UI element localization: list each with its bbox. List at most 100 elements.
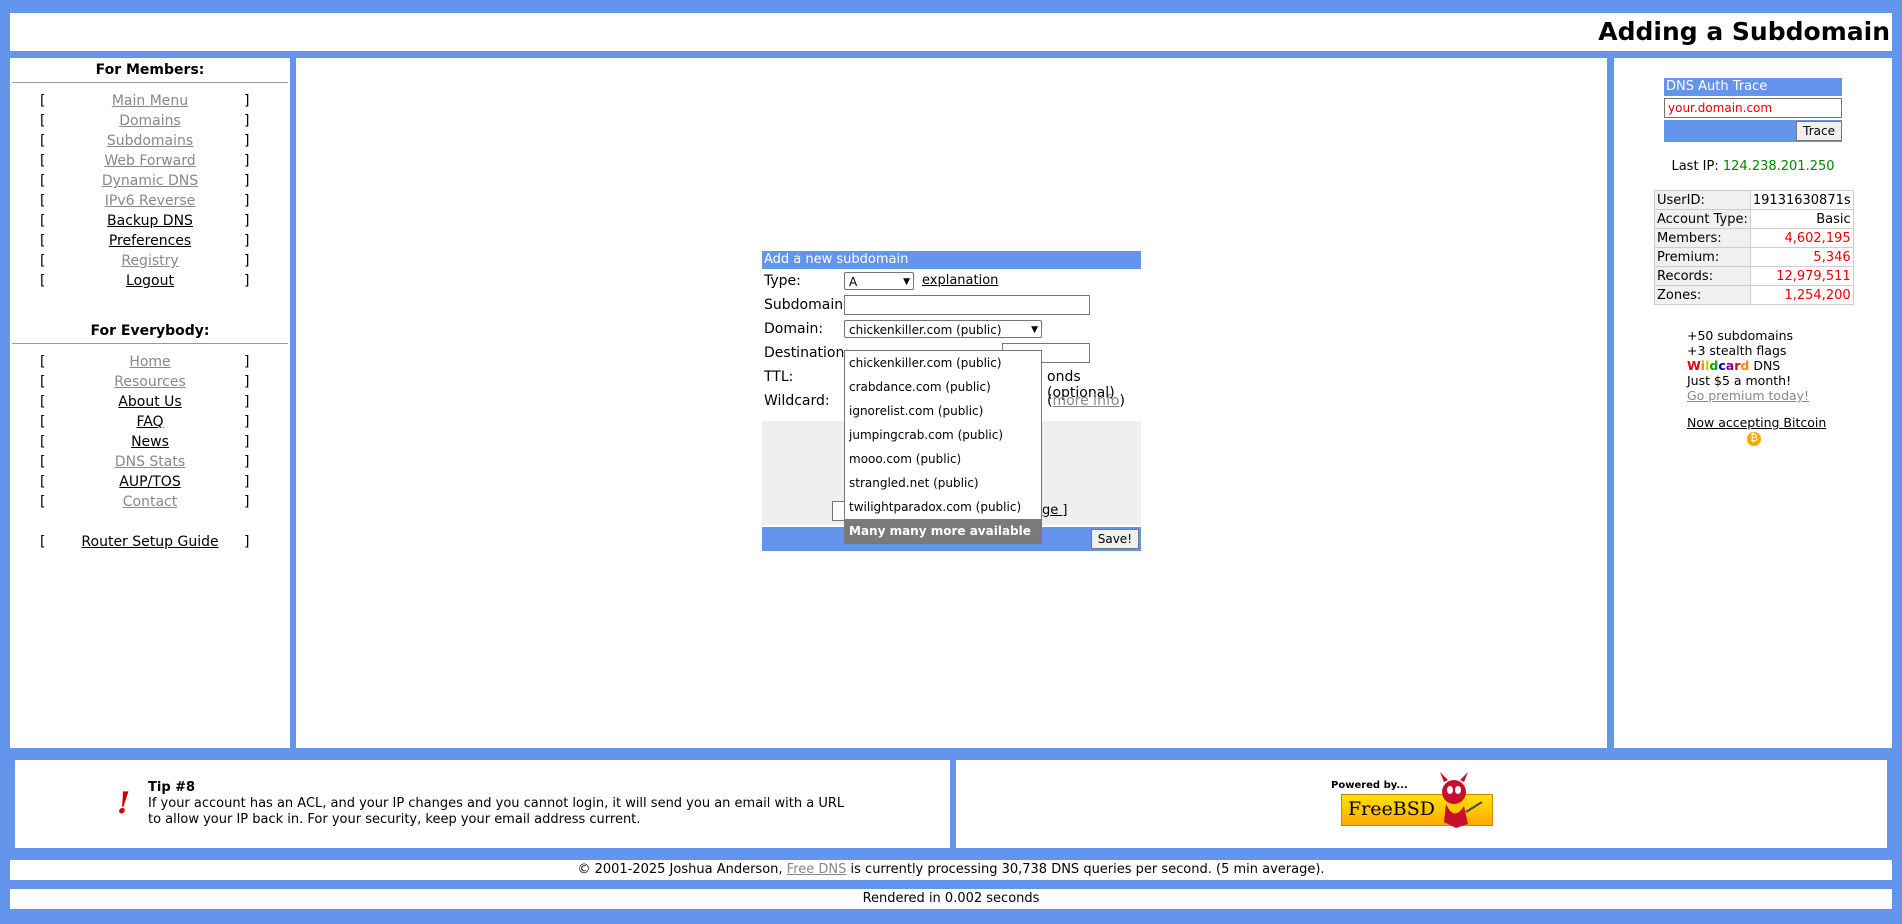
- sidebar-item-backup-dns[interactable]: Backup DNS: [107, 213, 193, 229]
- powered-by-text: Powered by...: [1331, 780, 1408, 791]
- explanation-link[interactable]: explanation: [922, 273, 998, 288]
- sidebar-item-aup-tos[interactable]: AUP/TOS: [119, 474, 180, 490]
- bracket: ]: [244, 173, 250, 189]
- domain-select-value: chickenkiller.com (public): [849, 323, 1002, 337]
- freebsd-logo[interactable]: Powered by... FreeBSD: [1331, 772, 1493, 832]
- nav-row: [News]: [10, 434, 290, 454]
- domain-row: Domain: chickenkiller.com (public) ▼: [762, 317, 1141, 341]
- stats-value: 1,254,200: [1749, 285, 1854, 305]
- bracket: ]: [244, 394, 250, 410]
- bracket: ]: [244, 273, 250, 289]
- stats-value: 19131630871s: [1749, 190, 1854, 210]
- sidebar-item-contact[interactable]: Contact: [123, 494, 177, 510]
- sidebar-item-domains[interactable]: Domains: [119, 113, 181, 129]
- bracket: ]: [244, 474, 250, 490]
- promo-price: Just $5 a month!: [1687, 373, 1792, 388]
- captcha-refresh-link[interactable]: ge ]: [1042, 503, 1067, 518]
- sidebar-item-home[interactable]: Home: [129, 354, 170, 370]
- sidebar-item-web-forward[interactable]: Web Forward: [104, 153, 195, 169]
- nav-row: [Main Menu]: [10, 93, 290, 113]
- stats-row: Premium: 5,346: [1654, 247, 1854, 267]
- bracket: ]: [244, 494, 250, 510]
- bracket: ]: [244, 153, 250, 169]
- bracket: ]: [244, 113, 250, 129]
- queries-text: is currently processing 30,738 DNS queri…: [850, 862, 1325, 877]
- nav-row: [Contact]: [10, 494, 290, 514]
- nav-row: [Backup DNS]: [10, 213, 290, 233]
- everybody-nav: [Home][Resources][About Us][FAQ][News][D…: [10, 354, 290, 514]
- router-setup-guide-link[interactable]: Router Setup Guide: [81, 534, 218, 550]
- copyright-text: © 2001-2025 Joshua Anderson,: [577, 862, 783, 877]
- stats-value: Basic: [1749, 209, 1854, 229]
- footer-copyright: © 2001-2025 Joshua Anderson, Free DNS is…: [10, 860, 1892, 880]
- bracket: ]: [244, 434, 250, 450]
- domain-option[interactable]: mooo.com (public): [845, 447, 1041, 471]
- bracket: ]: [244, 454, 250, 470]
- tip-title: Tip #8: [148, 780, 196, 795]
- form-heading: Add a new subdomain: [762, 251, 1141, 269]
- domain-select[interactable]: chickenkiller.com (public) ▼: [844, 320, 1042, 338]
- chevron-down-icon: ▼: [903, 277, 910, 287]
- domain-option[interactable]: Many many more available ...: [845, 519, 1041, 562]
- sidebar-item-dynamic-dns[interactable]: Dynamic DNS: [102, 173, 198, 189]
- sidebar-item-main-menu[interactable]: Main Menu: [112, 93, 188, 109]
- go-premium-link[interactable]: Go premium today!: [1687, 388, 1809, 403]
- domain-option[interactable]: crabdance.com (public): [845, 375, 1041, 399]
- premium-promo: +50 subdomains +3 stealth flags Wildcard…: [1687, 328, 1826, 446]
- domain-option[interactable]: strangled.net (public): [845, 471, 1041, 495]
- domain-option[interactable]: ignorelist.com (public): [845, 399, 1041, 423]
- members-nav: [Main Menu][Domains][Subdomains][Web For…: [10, 93, 290, 293]
- sidebar-item-about-us[interactable]: About Us: [118, 394, 181, 410]
- domain-option[interactable]: twilightparadox.com (public): [845, 495, 1041, 519]
- ttl-label: TTL:: [764, 369, 794, 385]
- stats-value: 4,602,195: [1749, 228, 1854, 248]
- nav-row: [Preferences]: [10, 233, 290, 253]
- trace-bar: Trace: [1664, 120, 1842, 142]
- sidebar-item-dns-stats[interactable]: DNS Stats: [115, 454, 185, 470]
- free-dns-link[interactable]: Free DNS: [787, 862, 847, 877]
- bracket: ]: [244, 414, 250, 430]
- sidebar-item-preferences[interactable]: Preferences: [109, 233, 191, 249]
- last-ip: Last IP: 124.238.201.250: [1614, 159, 1892, 174]
- more-info-link[interactable]: more info: [1052, 393, 1119, 409]
- type-select[interactable]: A ▼: [844, 272, 914, 290]
- type-row: Type: A ▼ explanation: [762, 269, 1141, 293]
- stats-row: Account Type: Basic: [1654, 209, 1854, 229]
- sidebar-item-subdomains[interactable]: Subdomains: [107, 133, 193, 149]
- domain-option[interactable]: jumpingcrab.com (public): [845, 423, 1041, 447]
- subdomain-row: Subdomain:: [762, 293, 1141, 317]
- stats-value: 5,346: [1749, 247, 1854, 267]
- save-button[interactable]: Save!: [1090, 529, 1139, 549]
- stats-label: Premium:: [1654, 247, 1751, 267]
- sidebar-item-logout[interactable]: Logout: [126, 273, 174, 289]
- sidebar-item-faq[interactable]: FAQ: [136, 414, 163, 430]
- stats-row: Zones: 1,254,200: [1654, 285, 1854, 305]
- right-sidebar: DNS Auth Trace your.domain.com Trace Las…: [1614, 58, 1892, 748]
- subdomain-label: Subdomain:: [764, 297, 848, 313]
- last-ip-value: 124.238.201.250: [1722, 159, 1835, 174]
- wildcard-word: Wildcard: [1687, 358, 1750, 373]
- sidebar-item-news[interactable]: News: [131, 434, 169, 450]
- last-ip-label: Last IP:: [1671, 159, 1719, 174]
- powered-by-panel: Powered by... FreeBSD: [956, 760, 1887, 848]
- chevron-down-icon: ▼: [1031, 325, 1038, 335]
- domain-option[interactable]: chickenkiller.com (public): [845, 351, 1041, 375]
- main-content: Add a new subdomain Type: A ▼ explanatio…: [296, 58, 1607, 748]
- destination-label: Destination:: [764, 345, 850, 361]
- bracket: ]: [244, 374, 250, 390]
- bracket: ]: [244, 213, 250, 229]
- trace-button[interactable]: Trace: [1796, 121, 1842, 141]
- beastie-mascot-icon: [1440, 772, 1483, 828]
- nav-row: [Dynamic DNS]: [10, 173, 290, 193]
- sidebar-item-resources[interactable]: Resources: [114, 374, 186, 390]
- sidebar-item-registry[interactable]: Registry: [121, 253, 178, 269]
- subdomain-input[interactable]: [844, 295, 1090, 315]
- sidebar-item-ipv6-reverse[interactable]: IPv6 Reverse: [105, 193, 196, 209]
- exclamation-icon: !: [117, 786, 131, 821]
- trace-domain-input[interactable]: your.domain.com: [1664, 98, 1842, 118]
- bitcoin-link[interactable]: Now accepting Bitcoin: [1687, 415, 1826, 430]
- bitcoin-icon: ₿: [1747, 432, 1761, 446]
- nav-row: [About Us]: [10, 394, 290, 414]
- nav-row: [FAQ]: [10, 414, 290, 434]
- domain-label: Domain:: [764, 321, 824, 337]
